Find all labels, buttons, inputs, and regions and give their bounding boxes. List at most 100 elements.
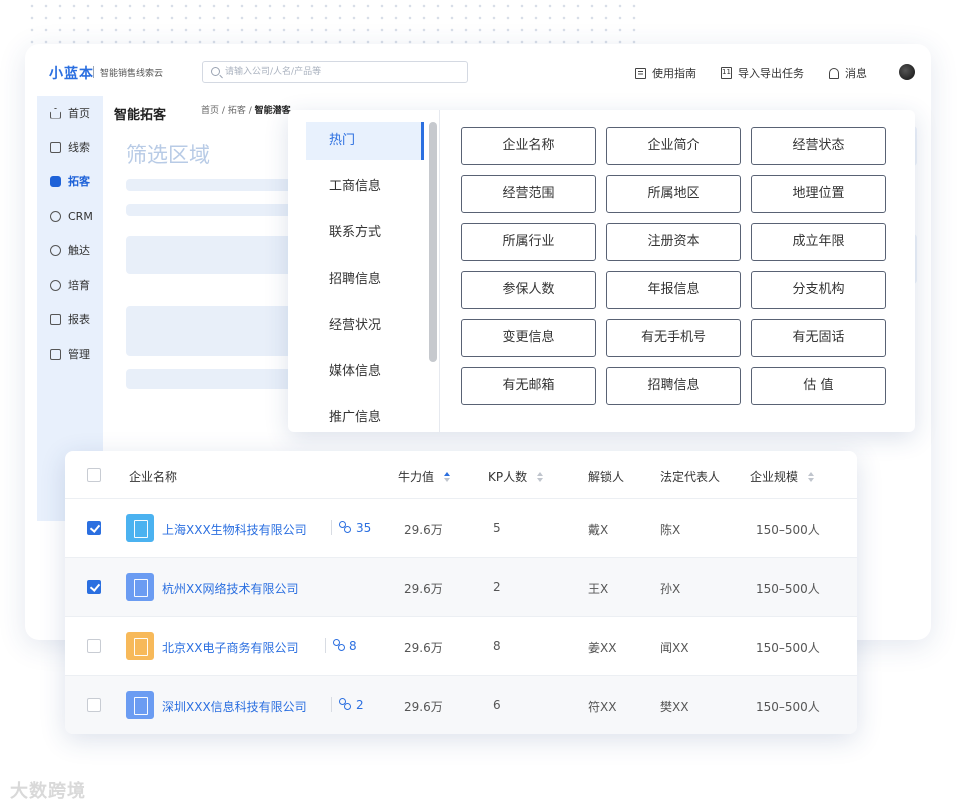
- category-recruitment[interactable]: 招聘信息: [306, 261, 424, 299]
- chart-icon: [50, 313, 61, 325]
- contacts-count[interactable]: 2: [356, 698, 364, 712]
- filter-tag[interactable]: 变更信息: [461, 319, 596, 357]
- page-title: 智能拓客: [114, 108, 167, 123]
- filter-tag[interactable]: 有无邮箱: [461, 367, 596, 405]
- category-scrollbar[interactable]: [429, 122, 437, 362]
- company-logo: [126, 632, 154, 660]
- sidebar-item-reach[interactable]: 触达: [37, 233, 103, 267]
- kp-value: 8: [493, 639, 501, 653]
- filter-tag[interactable]: 有无手机号: [606, 319, 741, 357]
- sort-icon[interactable]: [444, 472, 451, 482]
- sidebar-item-label: 报表: [68, 313, 90, 326]
- table-row[interactable]: 深圳XXX信息科技有限公司 2 29.6万 6 符XX 樊XX 150–500人: [65, 676, 857, 734]
- breadcrumb-home[interactable]: 首页: [201, 106, 219, 116]
- filter-tag[interactable]: 地理位置: [751, 175, 886, 213]
- header-scale[interactable]: 企业规模: [750, 468, 815, 485]
- sidebar-item-crm[interactable]: CRM: [37, 199, 103, 233]
- user-avatar[interactable]: [899, 64, 915, 80]
- sidebar-item-label: 拓客: [68, 175, 90, 188]
- sidebar-item-leads[interactable]: 线索: [37, 130, 103, 164]
- logo-divider: [93, 66, 94, 78]
- unlocker-value: 姜XX: [588, 641, 617, 655]
- sidebar-item-nurture[interactable]: 培育: [37, 268, 103, 302]
- kp-value: 5: [493, 521, 501, 535]
- filter-tag[interactable]: 所属行业: [461, 223, 596, 261]
- table-header: 企业名称 牛力值 KP人数 解锁人 法定代表人 企业规模: [65, 451, 857, 499]
- contacts-icon[interactable]: [333, 639, 345, 651]
- sidebar-item-home[interactable]: 首页: [37, 96, 103, 130]
- filter-tag[interactable]: 分支机构: [751, 271, 886, 309]
- home-icon: [50, 107, 61, 119]
- company-name-link[interactable]: 杭州XX网络技术有限公司: [162, 580, 298, 597]
- header-scale-label: 企业规模: [750, 470, 799, 484]
- filter-tag[interactable]: 成立年限: [751, 223, 886, 261]
- messages-link[interactable]: 消息: [829, 65, 867, 81]
- company-name-link[interactable]: 上海XXX生物科技有限公司: [162, 521, 307, 538]
- company-name-link[interactable]: 北京XX电子商务有限公司: [162, 639, 298, 656]
- sidebar-item-label: 管理: [68, 348, 90, 361]
- filter-tag[interactable]: 企业简介: [606, 127, 741, 165]
- sort-icon[interactable]: [808, 472, 815, 482]
- filter-tag[interactable]: 有无固话: [751, 319, 886, 357]
- search-placeholder: 请输入公司/人名/产品等: [225, 67, 322, 77]
- category-list: 热门 工商信息 联系方式 招聘信息 经营状况 媒体信息 推广信息: [288, 110, 440, 432]
- row-checkbox[interactable]: [87, 521, 101, 535]
- legal-rep-value: 孙X: [660, 582, 681, 596]
- filter-tag[interactable]: 企业名称: [461, 127, 596, 165]
- contacts-count[interactable]: 8: [349, 639, 357, 653]
- sort-icon[interactable]: [537, 472, 544, 482]
- tasks-link[interactable]: 11 导入导出任务: [721, 65, 804, 81]
- contacts-count[interactable]: 35: [356, 521, 371, 535]
- table-row[interactable]: 上海XXX生物科技有限公司 35 29.6万 5 戴X 陈X 150–500人: [65, 499, 857, 558]
- filter-tag[interactable]: 经营状态: [751, 127, 886, 165]
- tasks-label: 导入导出任务: [738, 67, 804, 80]
- header-kp[interactable]: KP人数: [488, 468, 544, 485]
- contacts-icon[interactable]: [339, 698, 351, 710]
- search-input[interactable]: 请输入公司/人名/产品等: [202, 61, 468, 83]
- sidebar-item-manage[interactable]: 管理: [37, 337, 103, 371]
- category-contact[interactable]: 联系方式: [306, 214, 424, 252]
- header-legal-rep: 法定代表人: [660, 470, 721, 484]
- category-promotion[interactable]: 推广信息: [306, 399, 424, 432]
- category-operations[interactable]: 经营状况: [306, 307, 424, 345]
- row-checkbox[interactable]: [87, 580, 101, 594]
- sidebar-item-label: 线索: [68, 141, 90, 154]
- header-power[interactable]: 牛力值: [398, 468, 451, 485]
- filter-tag[interactable]: 招聘信息: [606, 367, 741, 405]
- legal-rep-value: 樊XX: [660, 700, 689, 714]
- table-row[interactable]: 杭州XX网络技术有限公司 29.6万 2 王X 孙X 150–500人: [65, 558, 857, 617]
- kp-value: 6: [493, 698, 501, 712]
- breadcrumb-prospecting[interactable]: 拓客: [228, 106, 246, 116]
- table-row[interactable]: 北京XX电子商务有限公司 8 29.6万 8 姜XX 闻XX 150–500人: [65, 617, 857, 676]
- legal-rep-value: 闻XX: [660, 641, 689, 655]
- reach-icon: [50, 244, 61, 256]
- scale-value: 150–500人: [756, 523, 820, 537]
- row-checkbox[interactable]: [87, 639, 101, 653]
- contacts-icon[interactable]: [339, 521, 351, 533]
- company-logo: [126, 514, 154, 542]
- filter-tag[interactable]: 估 值: [751, 367, 886, 405]
- company-name-link[interactable]: 深圳XXX信息科技有限公司: [162, 698, 307, 715]
- kp-value: 2: [493, 580, 501, 594]
- sidebar-item-label: 首页: [68, 107, 90, 120]
- category-hot[interactable]: 热门: [306, 122, 424, 160]
- category-business-info[interactable]: 工商信息: [306, 168, 424, 206]
- sidebar-item-prospecting[interactable]: 拓客: [37, 164, 103, 198]
- filter-tag[interactable]: 年报信息: [606, 271, 741, 309]
- select-all-checkbox[interactable]: [87, 468, 101, 482]
- filter-tag[interactable]: 所属地区: [606, 175, 741, 213]
- power-value: 29.6万: [404, 700, 443, 714]
- app-logo[interactable]: 小蓝本: [49, 63, 94, 83]
- bell-icon: [829, 67, 839, 79]
- skeleton-block: [126, 306, 296, 356]
- header-power-label: 牛力值: [398, 470, 435, 484]
- filter-tag[interactable]: 注册资本: [606, 223, 741, 261]
- row-checkbox[interactable]: [87, 698, 101, 712]
- filter-tag[interactable]: 参保人数: [461, 271, 596, 309]
- sidebar-item-reports[interactable]: 报表: [37, 302, 103, 336]
- category-media[interactable]: 媒体信息: [306, 353, 424, 391]
- filter-area-title: 筛选区域: [126, 143, 210, 167]
- guide-link[interactable]: 使用指南: [635, 65, 696, 81]
- filter-tag[interactable]: 经营范围: [461, 175, 596, 213]
- search-icon: [211, 67, 220, 76]
